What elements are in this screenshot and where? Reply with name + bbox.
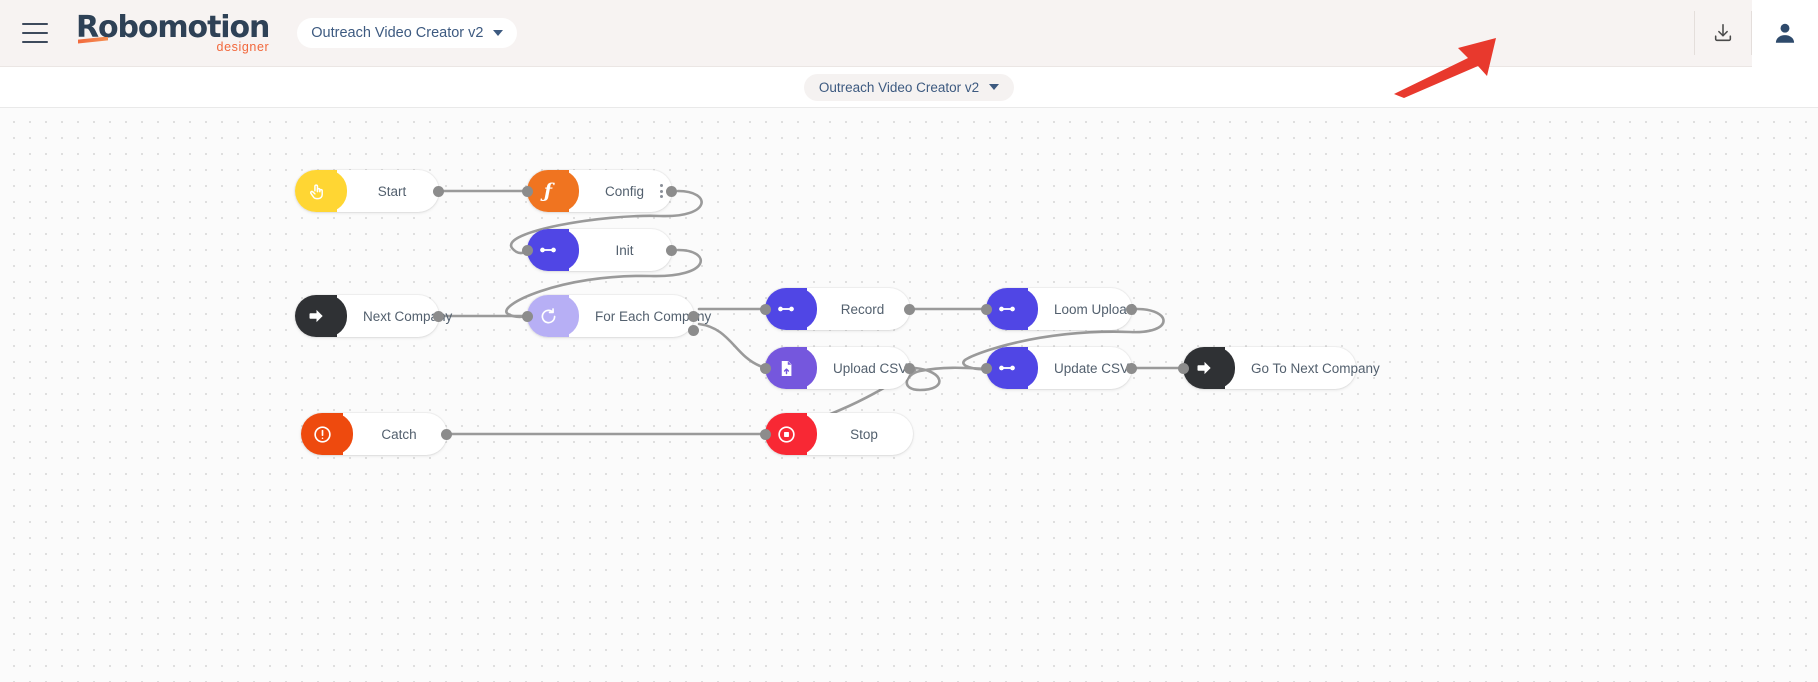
flow-node-input-port[interactable] [760,429,771,440]
top-bar: Robomotion designer Outreach Video Creat… [0,0,1818,67]
flow-node-output-port[interactable] [666,245,677,256]
flow-link-icon [775,298,797,320]
click-hand-icon [307,182,326,201]
flow-node-record[interactable]: Record [765,288,910,330]
flow-node-input-port[interactable] [760,304,771,315]
flow-node-init[interactable]: Init [527,229,672,271]
flow-node-label: Go To Next Company [1251,360,1380,376]
flow-node-output-port[interactable] [433,311,444,322]
file-upload-icon [777,359,796,378]
user-avatar-button[interactable] [1752,0,1818,67]
flow-edges [442,189,1187,436]
brand-subtitle: designer [216,39,270,54]
flow-node-icon-cap: ƒ [527,170,579,212]
flow-link-icon [537,239,559,261]
flow-node-label: For Each Company [595,308,712,324]
flow-node-label: Stop [850,426,878,442]
flow-node-icon-cap [765,288,817,330]
flow-node-label: Record [840,301,885,317]
flow-link-icon [996,357,1018,379]
download-button[interactable] [1695,0,1751,67]
flow-node-upload-csv[interactable]: Upload CSV [765,347,910,389]
flow-node-input-port[interactable] [522,311,533,322]
project-selector[interactable]: Outreach Video Creator v2 [297,18,518,48]
top-bar-actions [1694,0,1818,67]
flow-node-input-port[interactable] [760,363,771,374]
chevron-down-icon [989,84,1000,90]
brand-logo: Robomotion designer [76,12,270,54]
flow-node-next-company[interactable]: Next Company [295,295,452,337]
flow-node-menu-icon[interactable] [660,184,663,198]
project-selector-label: Outreach Video Creator v2 [311,25,484,41]
breadcrumb-bar: Outreach Video Creator v2 [0,67,1818,108]
flow-node-output-port[interactable] [1126,304,1137,315]
flow-node-loom-upload[interactable]: Loom Upload [986,288,1134,330]
download-icon [1714,23,1732,42]
flow-node-output-port[interactable] [904,304,915,315]
flow-node-icon-cap [986,347,1038,389]
flow-link-icon [996,298,1018,320]
breadcrumb-flow-chip[interactable]: Outreach Video Creator v2 [803,73,1015,101]
flow-node-icon-cap [301,413,353,455]
flow-node-label: Config [604,183,645,199]
chevron-down-icon [493,30,504,36]
flow-node-icon-cap [765,347,817,389]
robomotion-designer-app: Robomotion designer Outreach Video Creat… [0,0,1818,682]
arrow-right-icon [1194,358,1214,378]
flow-node-output-port[interactable] [904,363,915,374]
flow-node-icon-cap [295,170,347,212]
flow-node-config[interactable]: ƒ Config [527,170,672,212]
flow-node-icon-cap [295,295,347,337]
flow-node-output-port-secondary[interactable] [688,325,699,336]
hamburger-menu-icon[interactable] [22,23,48,43]
flow-node-icon-cap [527,229,579,271]
flow-node-icon-cap [1183,347,1235,389]
flow-node-output-port[interactable] [1126,363,1137,374]
flow-node-icon-cap [986,288,1038,330]
flow-node-label: Init [615,242,634,258]
flow-node-icon-cap [765,413,817,455]
flow-node-label: Catch [381,426,417,442]
flow-node-input-port[interactable] [981,363,992,374]
flow-canvas[interactable]: Start ƒ Config Init Next Company For Each Com… [0,108,1818,682]
flow-node-update-csv[interactable]: Update CSV [986,347,1132,389]
flow-node-goto-next[interactable]: Go To Next Company [1183,347,1380,389]
alert-circle-icon [312,424,333,445]
flow-node-input-port[interactable] [522,186,533,197]
function-icon: ƒ [543,180,553,202]
flow-node-stop[interactable]: Stop [765,413,913,455]
flow-node-input-port[interactable] [981,304,992,315]
breadcrumb-flow-label: Outreach Video Creator v2 [818,79,980,95]
flow-node-catch[interactable]: Catch [301,413,447,455]
flow-node-output-port[interactable] [433,186,444,197]
flow-node-output-port[interactable] [441,429,452,440]
flow-node-label: Next Company [363,308,453,324]
flow-node-output-port[interactable] [666,186,677,197]
flow-node-for-each[interactable]: For Each Company [527,295,711,337]
flow-node-output-port[interactable] [688,311,699,322]
arrow-right-icon [306,306,326,326]
flow-node-input-port[interactable] [522,245,533,256]
flow-node-input-port[interactable] [1178,363,1189,374]
stop-circle-icon [776,424,797,445]
flow-node-icon-cap [527,295,579,337]
user-avatar-icon [1775,23,1795,43]
flow-node-start[interactable]: Start [295,170,439,212]
flow-node-label: Start [377,183,407,199]
loop-icon [538,306,559,327]
